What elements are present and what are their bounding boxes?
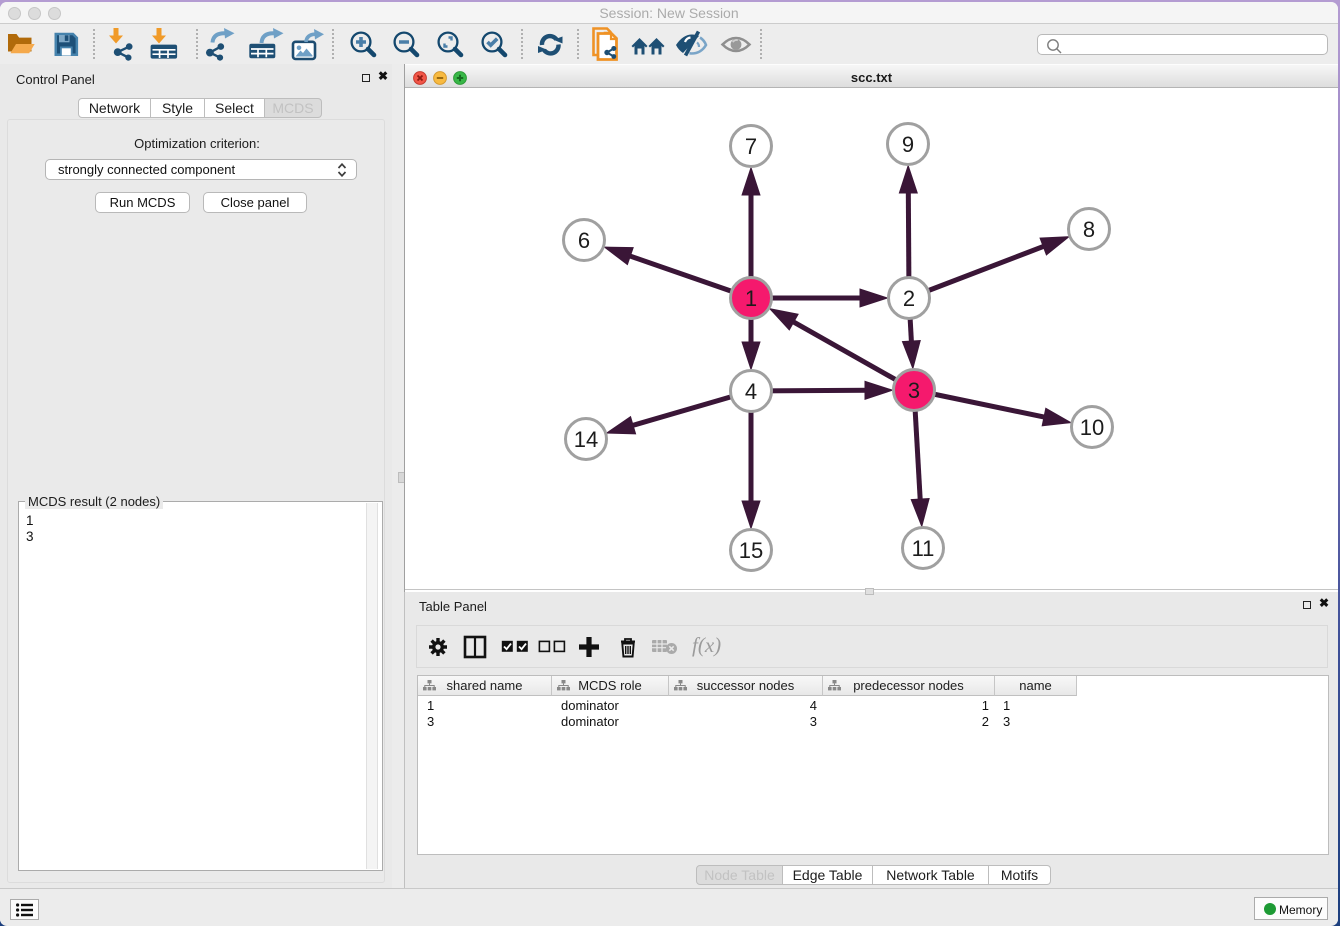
svg-text:6: 6	[578, 228, 590, 253]
svg-text:1: 1	[745, 286, 757, 311]
svg-text:15: 15	[739, 538, 763, 563]
svg-text:11: 11	[912, 536, 935, 561]
svg-text:8: 8	[1083, 217, 1095, 242]
svg-text:2: 2	[903, 286, 915, 311]
svg-text:3: 3	[908, 378, 920, 403]
svg-text:9: 9	[902, 132, 914, 157]
svg-text:7: 7	[745, 134, 757, 159]
svg-text:14: 14	[574, 427, 598, 452]
svg-text:4: 4	[745, 379, 757, 404]
svg-text:10: 10	[1080, 415, 1104, 440]
